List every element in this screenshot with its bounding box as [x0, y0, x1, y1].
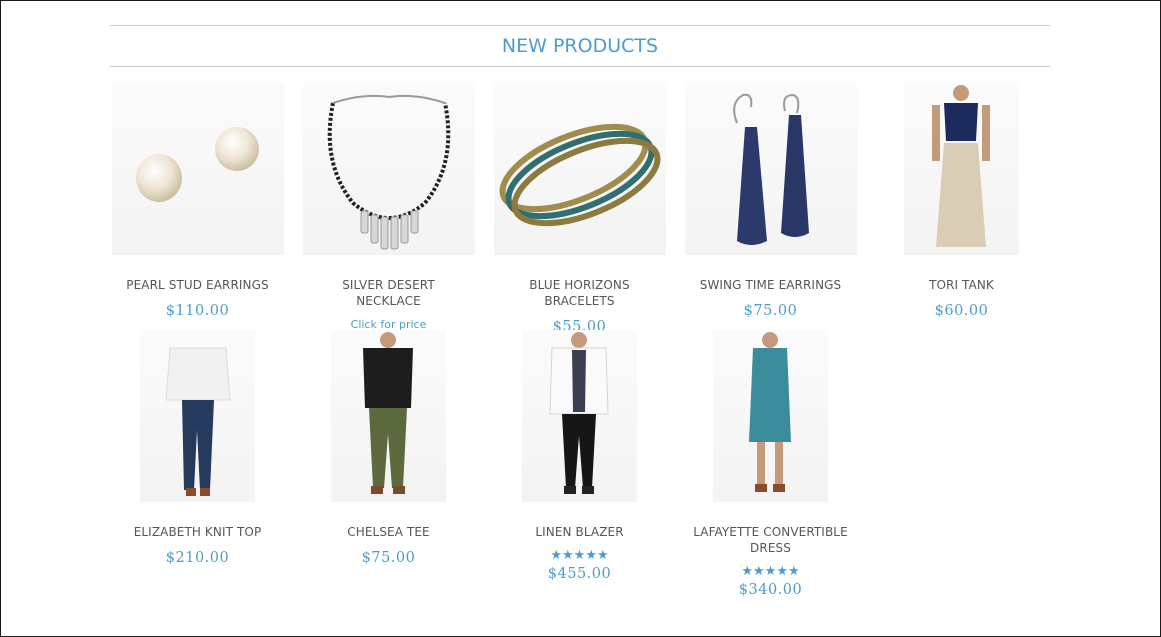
product-card: TORI TANK $60.00 — [866, 83, 1057, 319]
product-card: BLUE HORIZONS BRACELETS $55.00 — [484, 83, 675, 335]
product-image-model-tee[interactable] — [331, 330, 446, 502]
product-card: SILVER DESERT NECKLACE Click for price — [293, 83, 484, 331]
product-image-model-tank[interactable] — [904, 83, 1019, 255]
bottom-rule — [110, 66, 1050, 67]
product-name[interactable]: SWING TIME EARRINGS — [675, 277, 866, 293]
product-price: $455.00 — [547, 566, 612, 582]
new-products-section: NEW PRODUCTS — [110, 25, 1050, 67]
product-card: PEARL STUD EARRINGS $110.00 — [102, 83, 293, 319]
product-price: $75.00 — [743, 303, 798, 319]
product-price: $340.00 — [738, 582, 803, 598]
product-name[interactable]: ELIZABETH KNIT TOP — [102, 524, 293, 540]
product-price: $75.00 — [361, 550, 416, 566]
product-card: LINEN BLAZER ★★★★★ $455.00 — [484, 330, 675, 582]
product-name[interactable]: LINEN BLAZER — [484, 524, 675, 540]
product-price: $210.00 — [165, 550, 230, 566]
product-image-silver-necklace[interactable] — [302, 83, 475, 255]
product-card: ELIZABETH KNIT TOP $210.00 — [102, 330, 293, 566]
product-name[interactable]: CHELSEA TEE — [293, 524, 484, 540]
product-price: $60.00 — [934, 303, 989, 319]
product-card: CHELSEA TEE $75.00 — [293, 330, 484, 566]
product-name[interactable]: TORI TANK — [866, 277, 1057, 293]
product-image-bangles[interactable] — [493, 83, 666, 255]
product-name[interactable]: SILVER DESERT NECKLACE — [293, 277, 484, 309]
product-name[interactable]: BLUE HORIZONS BRACELETS — [484, 277, 675, 309]
product-card: LAFAYETTE CONVERTIBLE DRESS ★★★★★ $340.0… — [675, 330, 866, 598]
product-image-model-dress[interactable] — [713, 330, 828, 502]
section-title: NEW PRODUCTS — [501, 35, 659, 57]
product-image-model-knit-top[interactable] — [140, 330, 255, 502]
product-name[interactable]: LAFAYETTE CONVERTIBLE DRESS — [675, 524, 866, 556]
product-card: SWING TIME EARRINGS $75.00 — [675, 83, 866, 319]
product-price: $110.00 — [165, 303, 230, 319]
product-name[interactable]: PEARL STUD EARRINGS — [102, 277, 293, 293]
rating-stars: ★★★★★ — [741, 563, 800, 578]
rating-stars: ★★★★★ — [550, 547, 609, 562]
product-image-pearl-earrings[interactable] — [111, 83, 284, 255]
product-image-model-blazer[interactable] — [522, 330, 637, 502]
product-image-navy-drop-earrings[interactable] — [684, 83, 857, 255]
